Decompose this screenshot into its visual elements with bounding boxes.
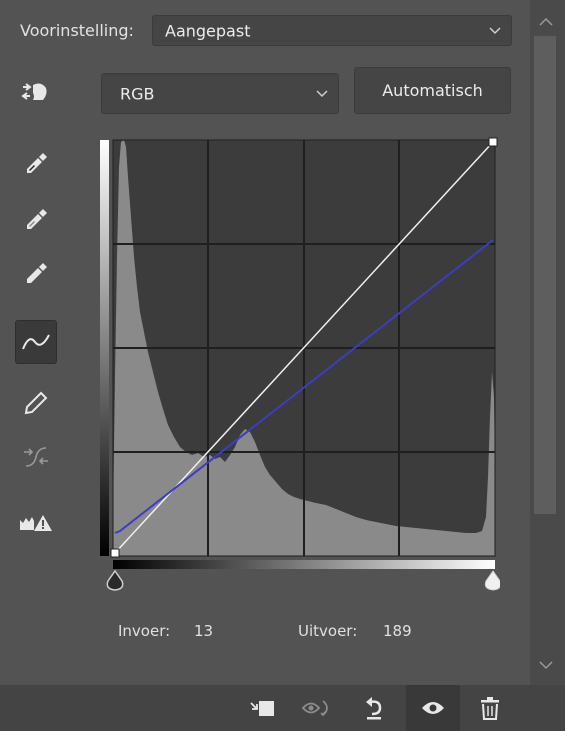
curve-point-shadows[interactable] bbox=[110, 548, 120, 558]
visibility-eye-icon[interactable] bbox=[406, 685, 460, 731]
channel-dropdown[interactable]: RGB bbox=[101, 73, 339, 114]
preset-label: Voorinstelling: bbox=[20, 21, 134, 40]
chevron-down-icon bbox=[489, 26, 501, 34]
scroll-up-icon[interactable] bbox=[538, 12, 554, 26]
channel-value: RGB bbox=[120, 84, 155, 103]
auto-button[interactable]: Automatisch bbox=[354, 67, 511, 114]
output-label: Uitvoer: bbox=[298, 622, 358, 640]
scroll-down-icon[interactable] bbox=[538, 655, 554, 670]
on-image-adjust-icon[interactable] bbox=[16, 72, 56, 112]
preset-dropdown[interactable]: Aangepast bbox=[152, 15, 512, 46]
curve-point-highlights[interactable] bbox=[488, 137, 498, 147]
reset-icon[interactable] bbox=[352, 685, 396, 731]
smooth-curve-icon[interactable] bbox=[16, 437, 56, 477]
pencil-icon[interactable] bbox=[16, 383, 56, 423]
trash-icon[interactable] bbox=[468, 685, 512, 731]
output-value: 189 bbox=[383, 622, 412, 640]
eyedropper-black-icon[interactable] bbox=[16, 144, 56, 184]
scrollbar-thumb[interactable] bbox=[534, 36, 556, 514]
eyedropper-white-icon[interactable] bbox=[16, 254, 56, 294]
clipping-warning-icon[interactable] bbox=[16, 503, 56, 543]
chevron-down-icon bbox=[316, 89, 328, 97]
preset-value: Aangepast bbox=[165, 21, 251, 40]
curve-points-icon[interactable] bbox=[15, 320, 57, 364]
curves-properties-panel: Voorinstelling: Aangepast RGB Automatisc… bbox=[0, 0, 530, 685]
input-label: Invoer: bbox=[118, 622, 171, 640]
input-value: 13 bbox=[194, 622, 214, 640]
view-previous-state-icon[interactable] bbox=[296, 685, 340, 731]
black-point-slider[interactable] bbox=[106, 569, 124, 591]
output-gradient-bar bbox=[100, 140, 109, 556]
clip-to-layer-icon[interactable] bbox=[240, 685, 284, 731]
white-point-slider[interactable] bbox=[484, 570, 500, 591]
eyedropper-gray-icon[interactable] bbox=[16, 200, 56, 240]
curves-graph[interactable] bbox=[100, 137, 500, 595]
input-gradient-bar bbox=[113, 560, 495, 569]
